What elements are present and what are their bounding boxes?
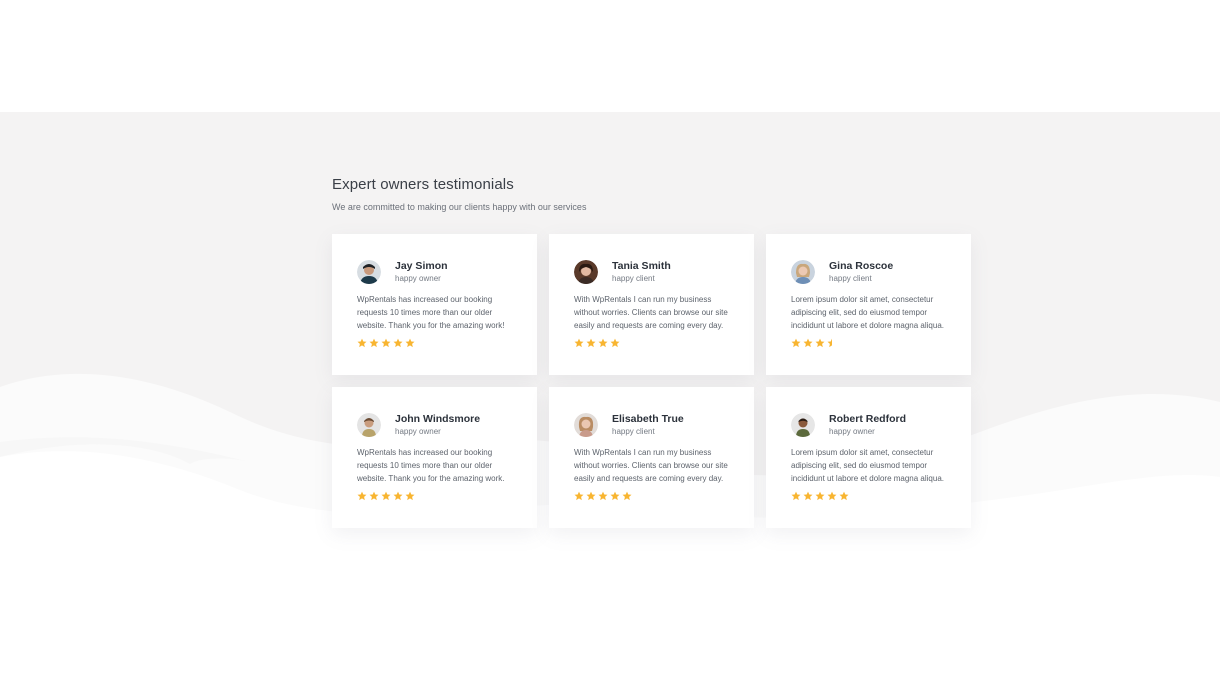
author-name: Elisabeth True <box>612 413 684 425</box>
avatar-photo-icon <box>574 260 598 284</box>
author-name: Robert Redford <box>829 413 906 425</box>
avatar <box>357 260 381 284</box>
author-role: happy client <box>829 274 872 283</box>
star-icon <box>598 491 608 501</box>
author-name: Gina Roscoe <box>829 260 894 272</box>
testimonial-text: Lorem ipsum dolor sit amet, consectetur … <box>791 295 944 330</box>
testimonial-text: WpRentals has increased our booking requ… <box>357 448 505 483</box>
star-icon <box>827 491 837 501</box>
star-icon <box>381 491 391 501</box>
testimonial-text: Lorem ipsum dolor sit amet, consectetur … <box>791 448 944 483</box>
star-icon <box>393 338 403 348</box>
avatar <box>357 413 381 437</box>
author-role: happy client <box>612 274 655 283</box>
testimonial-card: Tania Smith happy client With WpRentals … <box>549 234 754 375</box>
section-header: Expert owners testimonials We are commit… <box>332 176 972 212</box>
star-icon <box>369 491 379 501</box>
star-icon <box>574 338 584 348</box>
star-icon <box>610 338 620 348</box>
star-icon <box>405 491 415 501</box>
star-icon <box>815 491 825 501</box>
star-icon <box>622 491 632 501</box>
testimonial-card: John Windsmore happy owner WpRentals has… <box>332 387 537 528</box>
testimonial-card: Robert Redford happy owner Lorem ipsum d… <box>766 387 971 528</box>
section-title: Expert owners testimonials <box>332 176 514 193</box>
star-rating <box>791 491 849 501</box>
avatar-photo-icon <box>574 413 598 437</box>
star-icon <box>381 338 391 348</box>
star-rating <box>357 491 415 501</box>
testimonial-text: WpRentals has increased our booking requ… <box>357 295 505 330</box>
avatar <box>791 413 815 437</box>
author-role: happy owner <box>395 427 441 436</box>
section-subtitle: We are committed to making our clients h… <box>332 202 587 212</box>
star-icon <box>815 338 825 348</box>
star-icon <box>598 338 608 348</box>
author-name: Tania Smith <box>612 260 671 272</box>
avatar-photo-icon <box>357 413 381 437</box>
author-name: John Windsmore <box>395 413 481 425</box>
testimonial-card: Gina Roscoe happy client Lorem ipsum dol… <box>766 234 971 375</box>
author-role: happy owner <box>829 427 875 436</box>
avatar <box>791 260 815 284</box>
star-icon <box>610 491 620 501</box>
testimonial-text: With WpRentals I can run my business wit… <box>574 295 728 330</box>
author-name: Jay Simon <box>395 260 448 272</box>
avatar <box>574 260 598 284</box>
testimonial-card: Elisabeth True happy client With WpRenta… <box>549 387 754 528</box>
star-icon <box>586 338 596 348</box>
testimonials-grid: Jay Simon happy owner WpRentals has incr… <box>332 234 972 528</box>
star-icon <box>357 491 367 501</box>
author-role: happy client <box>612 427 655 436</box>
star-icon <box>803 491 813 501</box>
star-rating <box>574 491 632 501</box>
star-icon <box>586 491 596 501</box>
testimonial-card: Jay Simon happy owner WpRentals has incr… <box>332 234 537 375</box>
author-role: happy owner <box>395 274 441 283</box>
star-icon <box>839 491 849 501</box>
star-rating <box>357 338 415 348</box>
star-icon <box>574 491 584 501</box>
avatar-photo-icon <box>791 413 815 437</box>
star-rating <box>574 338 620 348</box>
avatar <box>574 413 598 437</box>
avatar-photo-icon <box>791 260 815 284</box>
star-rating <box>791 338 837 348</box>
star-icon <box>791 491 801 501</box>
star-icon <box>393 491 403 501</box>
star-icon <box>791 338 801 348</box>
star-icon <box>369 338 379 348</box>
star-icon <box>405 338 415 348</box>
star-icon <box>803 338 813 348</box>
avatar-photo-icon <box>357 260 381 284</box>
testimonial-text: With WpRentals I can run my business wit… <box>574 448 728 483</box>
star-icon <box>357 338 367 348</box>
half-star-icon <box>827 338 832 348</box>
